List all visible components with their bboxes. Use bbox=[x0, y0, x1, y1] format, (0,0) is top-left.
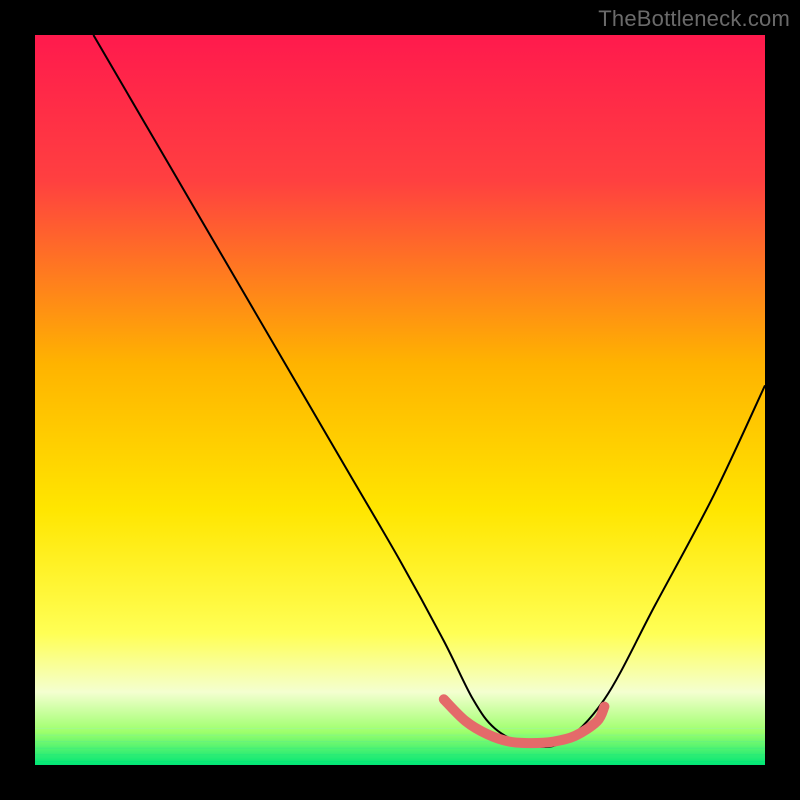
bottleneck-chart bbox=[35, 35, 765, 765]
chart-frame: TheBottleneck.com bbox=[0, 0, 800, 800]
watermark-text: TheBottleneck.com bbox=[598, 6, 790, 32]
plot-area bbox=[35, 35, 765, 765]
gradient-background bbox=[35, 35, 765, 765]
